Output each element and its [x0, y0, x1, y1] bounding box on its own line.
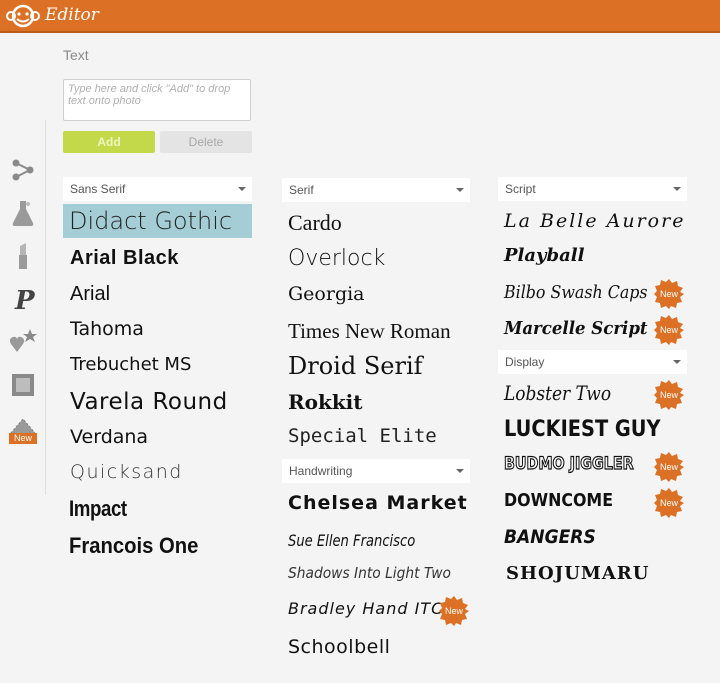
new-badge: New [654, 452, 684, 482]
font-option-la-belle-aurore[interactable]: La Belle Aurore [504, 212, 685, 231]
category-label: Script [505, 182, 536, 196]
font-option-francois-one[interactable]: Francois One [69, 535, 198, 557]
chevron-down-icon [456, 188, 464, 192]
stickers-icon[interactable] [8, 326, 38, 356]
new-badge: New [654, 488, 684, 518]
new-badge: New [654, 279, 684, 309]
monkey-logo-icon [6, 4, 40, 28]
font-option-shojumaru[interactable]: SHOJUMARU [506, 565, 649, 583]
chevron-down-icon [673, 187, 681, 191]
category-label: Display [505, 355, 545, 369]
chevron-down-icon [238, 187, 246, 191]
category-select-display[interactable]: Display [498, 350, 687, 374]
share-network-icon[interactable] [8, 155, 38, 185]
font-option-chelsea-market[interactable]: Chelsea Market [288, 494, 468, 513]
font-option-marcelle-script[interactable]: Marcelle Script [504, 320, 648, 338]
flask-icon[interactable] [8, 198, 38, 228]
font-option-droid-serif[interactable]: Droid Serif [288, 354, 423, 378]
font-option-playball[interactable]: Playball [504, 247, 584, 265]
font-option-overlock[interactable]: Overlock [288, 248, 385, 270]
font-option-lobster-two[interactable]: Lobster Two [504, 383, 611, 403]
text-input[interactable] [63, 79, 251, 121]
delete-button[interactable]: Delete [160, 131, 252, 153]
new-badge-label: New [659, 325, 678, 335]
new-badge: New [654, 380, 684, 410]
new-badge-label: New [659, 289, 678, 299]
font-option-impact[interactable]: Impact [69, 498, 127, 520]
tool-strip: P New [0, 33, 46, 683]
font-option-trebuchet-ms[interactable]: Trebuchet MS [70, 356, 191, 374]
font-option-special-elite[interactable]: Special Elite [288, 427, 437, 446]
category-select-handwriting[interactable]: Handwriting [282, 459, 470, 483]
category-label: Handwriting [289, 464, 353, 478]
font-option-bilbo-swash-caps[interactable]: Bilbo Swash Caps [504, 284, 648, 302]
font-option-budmo-jiggler[interactable]: BUDMO JIGGLER [503, 455, 634, 473]
chevron-down-icon [673, 360, 681, 364]
new-badge-label: New [659, 498, 678, 508]
new-badge-label: New [659, 390, 678, 400]
font-option-cardo[interactable]: Cardo [288, 212, 342, 234]
category-select-sans-serif[interactable]: Sans Serif [63, 177, 252, 201]
font-option-verdana[interactable]: Verdana [70, 428, 148, 447]
font-option-rokkit[interactable]: Rokkit [288, 392, 363, 412]
panel-divider [45, 120, 46, 495]
category-label: Serif [289, 183, 314, 197]
font-option-downcome[interactable]: DOWNCOME [504, 492, 613, 510]
font-option-times-new-roman[interactable]: Times New Roman [288, 321, 451, 342]
category-select-script[interactable]: Script [498, 177, 687, 201]
font-option-tahoma[interactable]: Tahoma [70, 320, 144, 339]
category-select-serif[interactable]: Serif [282, 178, 470, 202]
new-badge-label: New [13, 433, 32, 443]
frame-icon[interactable] [8, 370, 38, 400]
font-option-arial[interactable]: Arial [70, 284, 110, 304]
font-option-sue-ellen-francisco[interactable]: Sue Ellen Francisco [288, 533, 415, 549]
new-badge-label: New [444, 606, 463, 616]
font-option-arial-black[interactable]: Arial Black [70, 248, 179, 268]
new-badge: New [654, 315, 684, 345]
font-option-georgia[interactable]: Georgia [288, 285, 365, 304]
font-option-varela-round[interactable]: Varela Round [70, 391, 228, 414]
add-button[interactable]: Add [63, 131, 155, 153]
new-badge-label: New [659, 462, 678, 472]
category-label: Sans Serif [70, 182, 126, 196]
font-option-quicksand[interactable]: Quicksand [70, 463, 183, 482]
title-bar: Editor [0, 0, 720, 33]
font-option-luckiest-guy[interactable]: LUCKIEST GUY [504, 419, 661, 441]
font-option-didact-gothic[interactable]: Didact Gothic [69, 209, 232, 233]
lipstick-icon[interactable] [8, 241, 38, 271]
svg-text:P: P [14, 286, 36, 313]
font-option-schoolbell[interactable]: Schoolbell [288, 638, 390, 657]
text-p-icon[interactable]: P [8, 283, 38, 313]
font-option-shadows-into-light-two[interactable]: Shadows Into Light Two [288, 566, 451, 581]
chevron-down-icon [456, 469, 464, 473]
new-badge: New [439, 596, 469, 626]
app-title: Editor [45, 5, 99, 25]
section-title: Text [63, 47, 89, 63]
font-option-bangers[interactable]: BANGERS [504, 528, 596, 547]
font-option-bradley-hand-itc[interactable]: Bradley Hand ITC [288, 601, 443, 617]
new-badge: New [9, 433, 37, 444]
